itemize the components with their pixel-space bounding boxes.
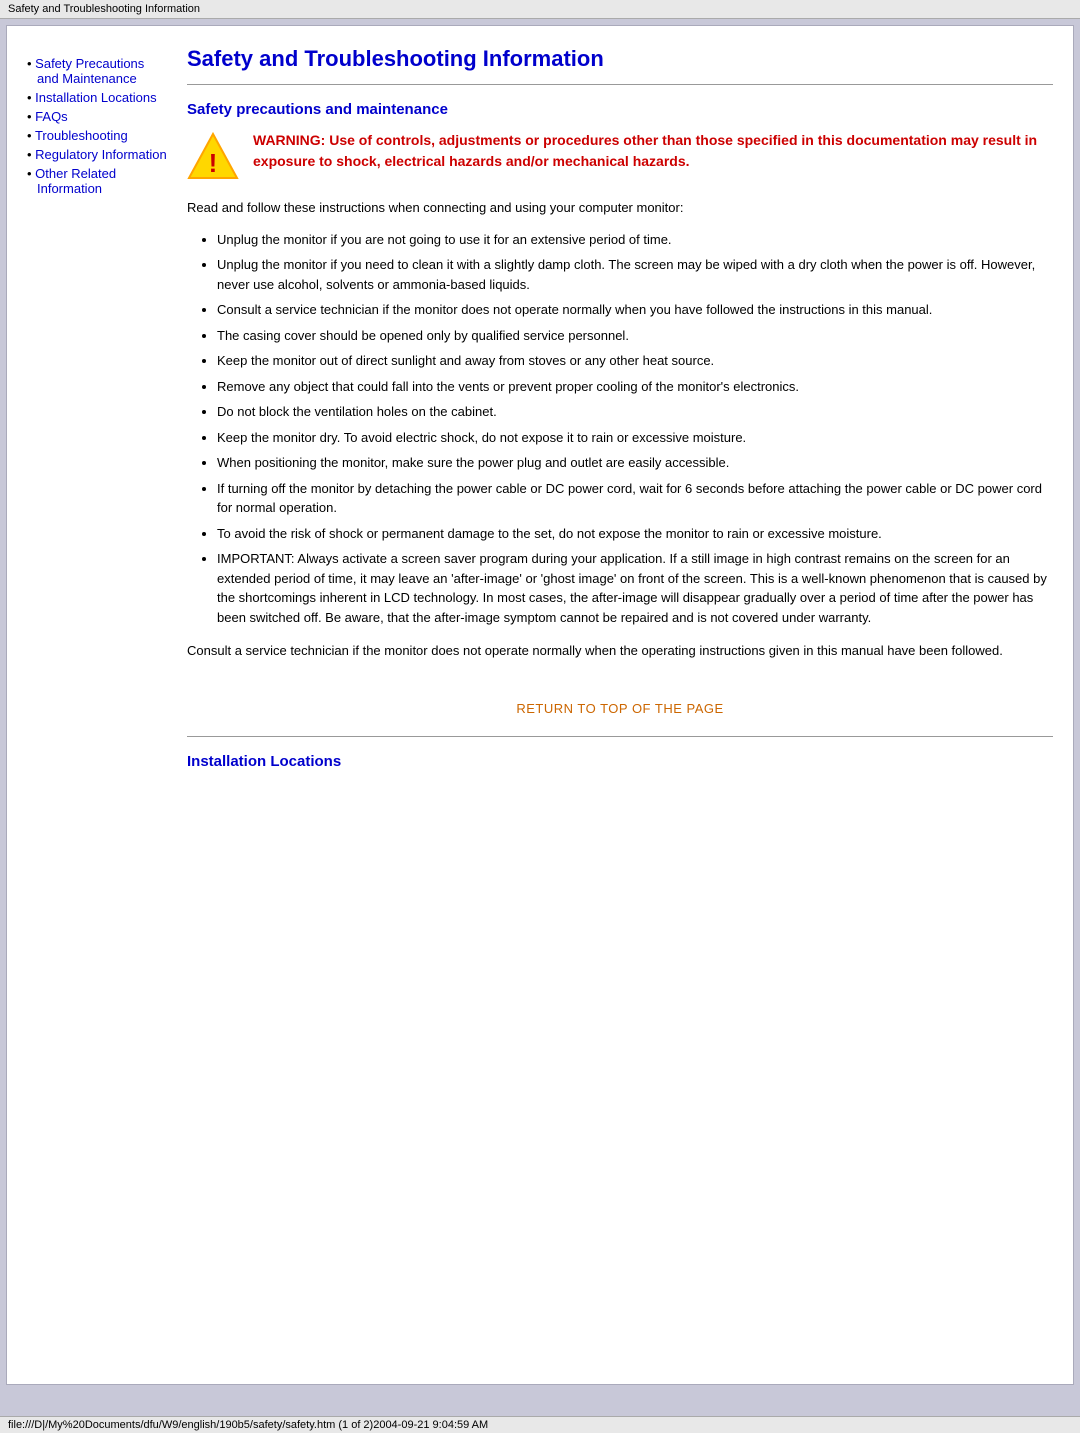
sidebar-link-other[interactable]: Other Related Information [35,166,116,196]
bullet-item-11: To avoid the risk of shock or permanent … [217,524,1053,544]
bullet-item-3: Consult a service technician if the moni… [217,300,1053,320]
sidebar: Safety Precautions and Maintenance Insta… [27,46,177,770]
bullet-item-5: Keep the monitor out of direct sunlight … [217,351,1053,371]
sidebar-link-installation[interactable]: Installation Locations [35,90,156,105]
bullet-item-4: The casing cover should be opened only b… [217,326,1053,346]
sidebar-link-safety[interactable]: Safety Precautions and Maintenance [35,56,144,86]
section-heading-safety: Safety precautions and maintenance [187,101,1053,118]
browser-outer: Safety Precautions and Maintenance Insta… [0,19,1080,1416]
svg-text:!: ! [209,148,218,178]
title-bar: Safety and Troubleshooting Information [0,0,1080,19]
sidebar-link-faqs[interactable]: FAQs [35,109,68,124]
bullet-item-6: Remove any object that could fall into t… [217,377,1053,397]
top-divider [187,84,1053,85]
bullet-item-9: When positioning the monitor, make sure … [217,453,1053,473]
bullet-item-10: If turning off the monitor by detaching … [217,479,1053,518]
bullet-item-2: Unplug the monitor if you need to clean … [217,255,1053,294]
warning-icon: ! [187,130,239,182]
page-frame: Safety Precautions and Maintenance Insta… [6,25,1074,1385]
main-content: Safety and Troubleshooting Information S… [177,46,1053,770]
bullet-item-12: IMPORTANT: Always activate a screen save… [217,549,1053,627]
bullet-item-1: Unplug the monitor if you are not going … [217,230,1053,250]
bullet-item-8: Keep the monitor dry. To avoid electric … [217,428,1053,448]
safety-bullet-list: Unplug the monitor if you are not going … [217,230,1053,628]
layout: Safety Precautions and Maintenance Insta… [27,46,1053,770]
section-heading-installation: Installation Locations [187,753,1053,770]
intro-text: Read and follow these instructions when … [187,198,1053,218]
return-to-top: RETURN TO TOP OF THE PAGE [187,701,1053,716]
sidebar-nav: Safety Precautions and Maintenance Insta… [27,56,167,196]
status-bar: file:///D|/My%20Documents/dfu/W9/english… [0,1416,1080,1433]
sidebar-item-other: Other Related Information [27,166,167,196]
warning-text: WARNING: Use of controls, adjustments or… [253,130,1053,172]
page-title: Safety and Troubleshooting Information [187,46,1053,72]
sidebar-item-troubleshooting: Troubleshooting [27,128,167,143]
bottom-divider [187,736,1053,737]
sidebar-link-regulatory[interactable]: Regulatory Information [35,147,167,162]
sidebar-link-troubleshooting[interactable]: Troubleshooting [35,128,128,143]
warning-box: ! WARNING: Use of controls, adjustments … [187,130,1053,182]
sidebar-item-faqs: FAQs [27,109,167,124]
title-bar-text: Safety and Troubleshooting Information [8,3,200,15]
return-to-top-link[interactable]: RETURN TO TOP OF THE PAGE [516,701,723,716]
status-bar-text: file:///D|/My%20Documents/dfu/W9/english… [8,1419,488,1431]
bullet-item-7: Do not block the ventilation holes on th… [217,402,1053,422]
sidebar-item-safety: Safety Precautions and Maintenance [27,56,167,86]
consult-text: Consult a service technician if the moni… [187,641,1053,661]
sidebar-item-regulatory: Regulatory Information [27,147,167,162]
sidebar-item-installation: Installation Locations [27,90,167,105]
